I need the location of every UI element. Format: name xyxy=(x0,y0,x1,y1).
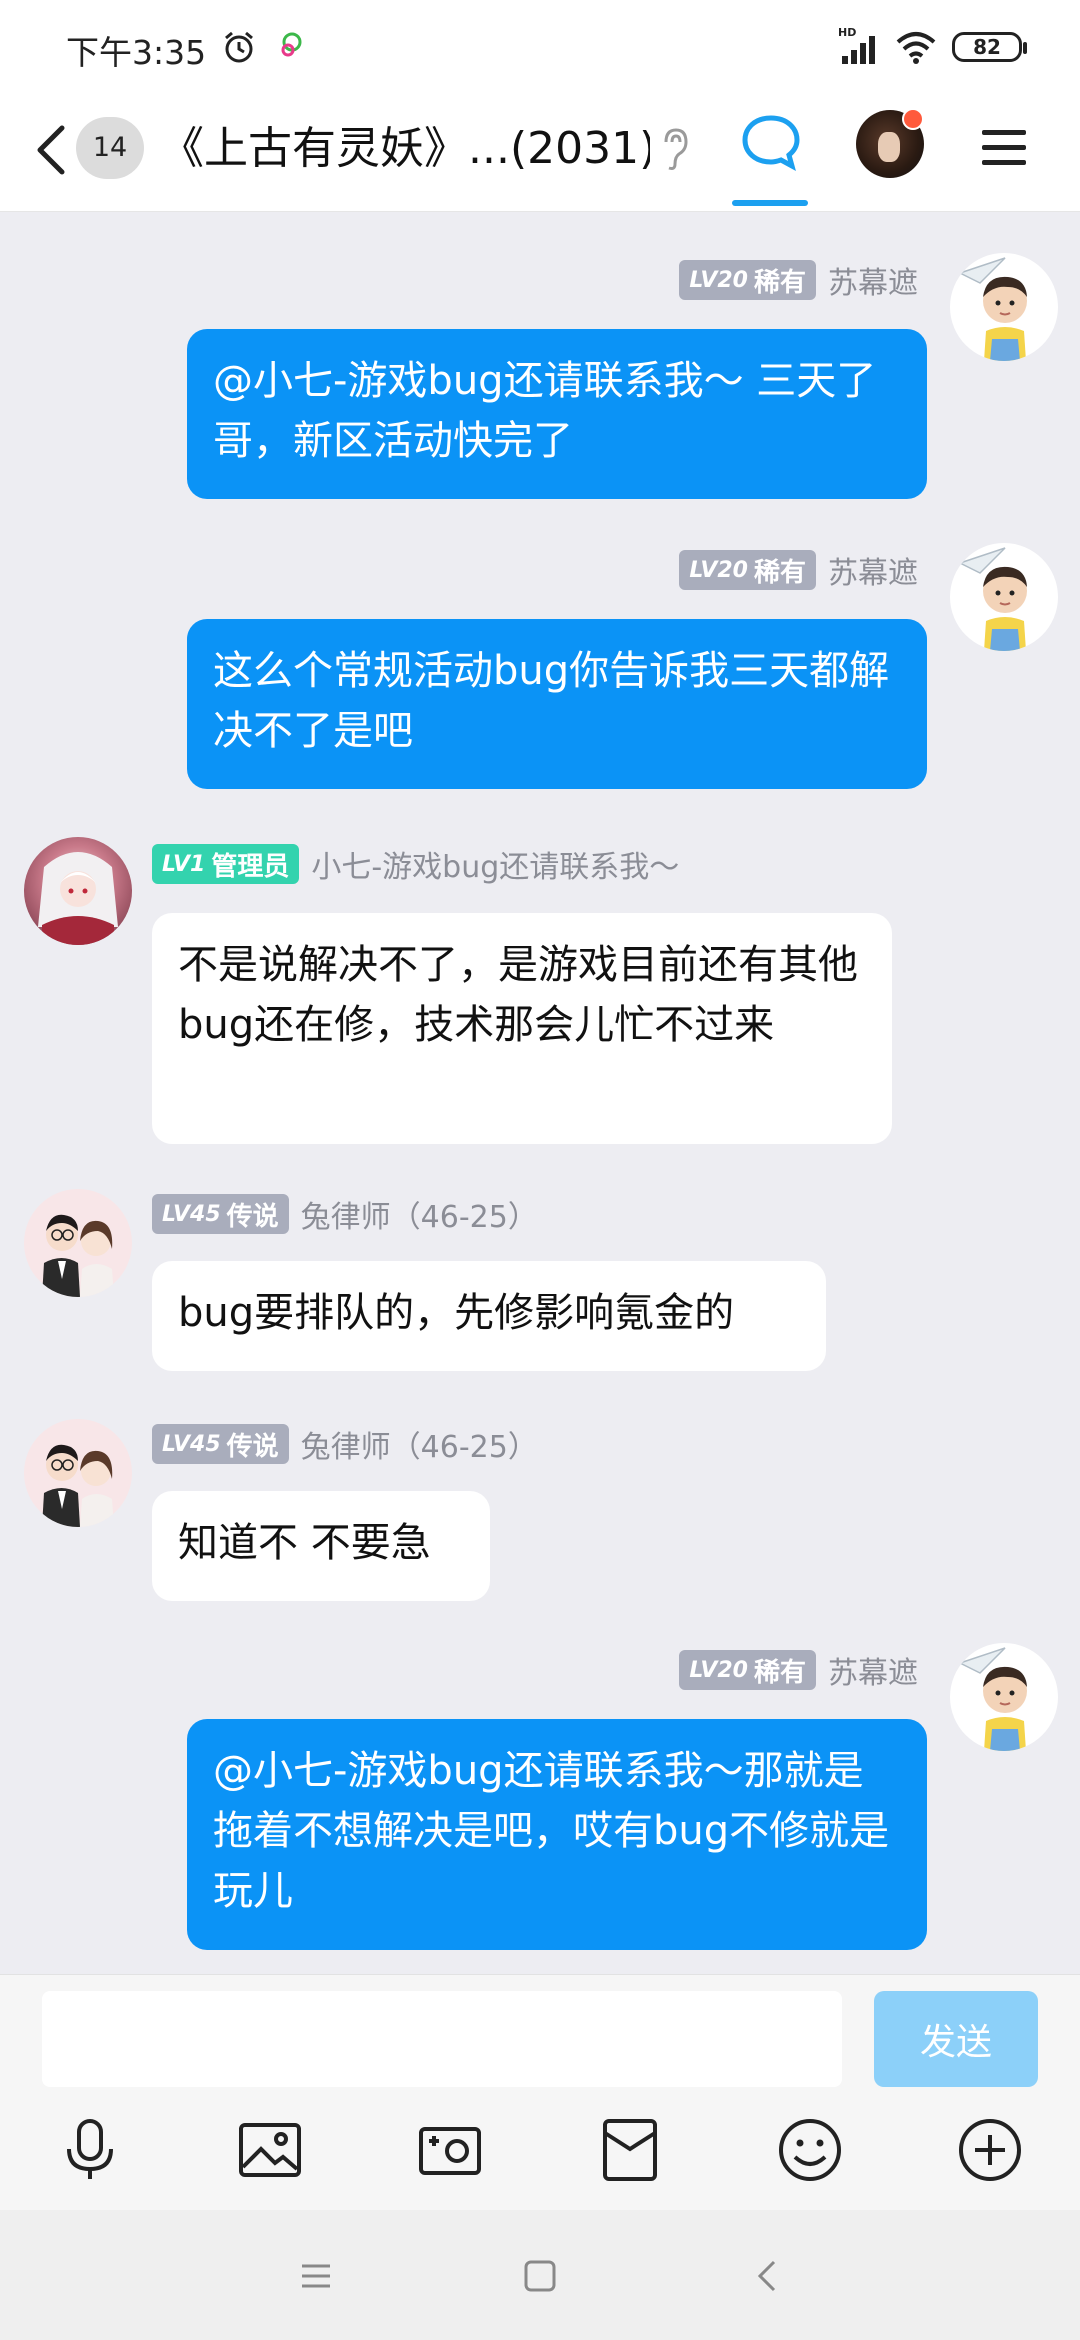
anime-character-avatar-icon xyxy=(38,852,118,945)
composer: 发送 xyxy=(0,1974,1080,2210)
chat-bubble-icon[interactable] xyxy=(740,112,802,172)
message-bubble[interactable]: @小七-游戏bug还请联系我～ 三天了哥，新区活动快完了 xyxy=(187,329,927,499)
level-title: 传说 xyxy=(226,1201,279,1232)
battery-indicator: 82 xyxy=(952,32,1027,62)
sender-name[interactable]: 苏幕遮 xyxy=(828,258,918,302)
sender-name[interactable]: 兔律师（46-25） xyxy=(301,1422,538,1466)
level-badge: LV20 稀有 xyxy=(679,1650,816,1690)
unread-count-badge[interactable]: 14 xyxy=(76,117,144,179)
level-badge: LV45 传说 xyxy=(152,1424,289,1464)
level-label: LV20 xyxy=(689,267,748,293)
alarm-icon xyxy=(225,31,253,63)
back-nav-icon[interactable] xyxy=(748,2256,788,2296)
status-time: 下午3:35 xyxy=(66,33,207,72)
sender-avatar[interactable] xyxy=(24,1419,132,1527)
level-title: 管理员 xyxy=(211,851,290,882)
sender-name[interactable]: 苏幕遮 xyxy=(828,548,918,592)
level-badge: LV20 稀有 xyxy=(679,550,816,590)
message-list[interactable]: LV20 稀有 苏幕遮 @小七-游戏bug还请联系我～ 三天了哥，新区活动快完了… xyxy=(0,213,1080,1973)
level-badge: LV1 管理员 xyxy=(152,844,300,884)
sender-avatar[interactable] xyxy=(950,1643,1058,1751)
sender-name[interactable]: 小七-游戏bug还请联系我～ xyxy=(311,842,679,886)
level-title: 稀有 xyxy=(753,1657,806,1688)
level-title: 传说 xyxy=(226,1431,279,1462)
level-label: LV45 xyxy=(162,1431,221,1457)
svg-text:HD: HD xyxy=(838,26,856,39)
menu-icon[interactable] xyxy=(980,126,1028,170)
signal-icon: HD xyxy=(838,26,875,64)
sender-avatar[interactable] xyxy=(950,253,1058,361)
boy-avatar-icon xyxy=(958,257,1027,361)
message-bubble[interactable]: 知道不 不要急 xyxy=(152,1491,490,1601)
plus-icon[interactable] xyxy=(955,2115,1025,2185)
wifi-icon xyxy=(896,32,936,64)
message-bubble[interactable]: @小七-游戏bug还请联系我～那就是拖着不想解决是吧，哎有bug不修就是玩儿 xyxy=(187,1719,927,1950)
group-title[interactable]: 《上古有灵妖》...(2031) xyxy=(160,116,650,182)
level-title: 稀有 xyxy=(753,267,806,298)
red-packet-icon[interactable] xyxy=(595,2115,665,2185)
level-badge: LV20 稀有 xyxy=(679,260,816,300)
sender-name[interactable]: 兔律师（46-25） xyxy=(301,1192,538,1236)
system-nav-bar xyxy=(0,2210,1080,2340)
earpiece-mode-icon[interactable] xyxy=(660,126,690,172)
microphone-icon[interactable] xyxy=(55,2115,125,2185)
status-bar: 下午3:35 HD 82 xyxy=(0,0,1080,90)
sender-avatar[interactable] xyxy=(950,543,1058,651)
level-badge: LV45 传说 xyxy=(152,1194,289,1234)
home-icon[interactable] xyxy=(520,2256,560,2296)
chat-header: 14 《上古有灵妖》...(2031) xyxy=(0,90,1080,212)
boy-avatar-icon xyxy=(958,547,1027,651)
sender-avatar[interactable] xyxy=(24,837,132,945)
image-icon[interactable] xyxy=(235,2115,305,2185)
level-title: 稀有 xyxy=(753,557,806,588)
china-mobile-icon xyxy=(281,32,302,57)
message-input[interactable] xyxy=(42,1991,842,2087)
level-label: LV45 xyxy=(162,1201,221,1227)
couple-avatar-icon xyxy=(42,1444,114,1527)
emoji-icon[interactable] xyxy=(775,2115,845,2185)
level-label: LV20 xyxy=(689,557,748,583)
camera-icon[interactable] xyxy=(415,2115,485,2185)
message-bubble[interactable]: 不是说解决不了，是游戏目前还有其他bug还在修，技术那会儿忙不过来 xyxy=(152,913,892,1144)
boy-avatar-icon xyxy=(958,1647,1027,1751)
sender-avatar[interactable] xyxy=(24,1189,132,1297)
back-arrow-icon[interactable] xyxy=(30,120,70,180)
couple-avatar-icon xyxy=(42,1214,114,1297)
notification-dot xyxy=(902,108,924,130)
level-label: LV20 xyxy=(689,1657,748,1683)
message-bubble[interactable]: bug要排队的，先修影响氪金的 xyxy=(152,1261,826,1371)
recent-apps-icon[interactable] xyxy=(296,2256,336,2296)
sender-name[interactable]: 苏幕遮 xyxy=(828,1648,918,1692)
active-tab-indicator xyxy=(732,200,808,206)
level-label: LV1 xyxy=(162,851,206,877)
send-button[interactable]: 发送 xyxy=(874,1991,1038,2087)
message-bubble[interactable]: 这么个常规活动bug你告诉我三天都解决不了是吧 xyxy=(187,619,927,789)
